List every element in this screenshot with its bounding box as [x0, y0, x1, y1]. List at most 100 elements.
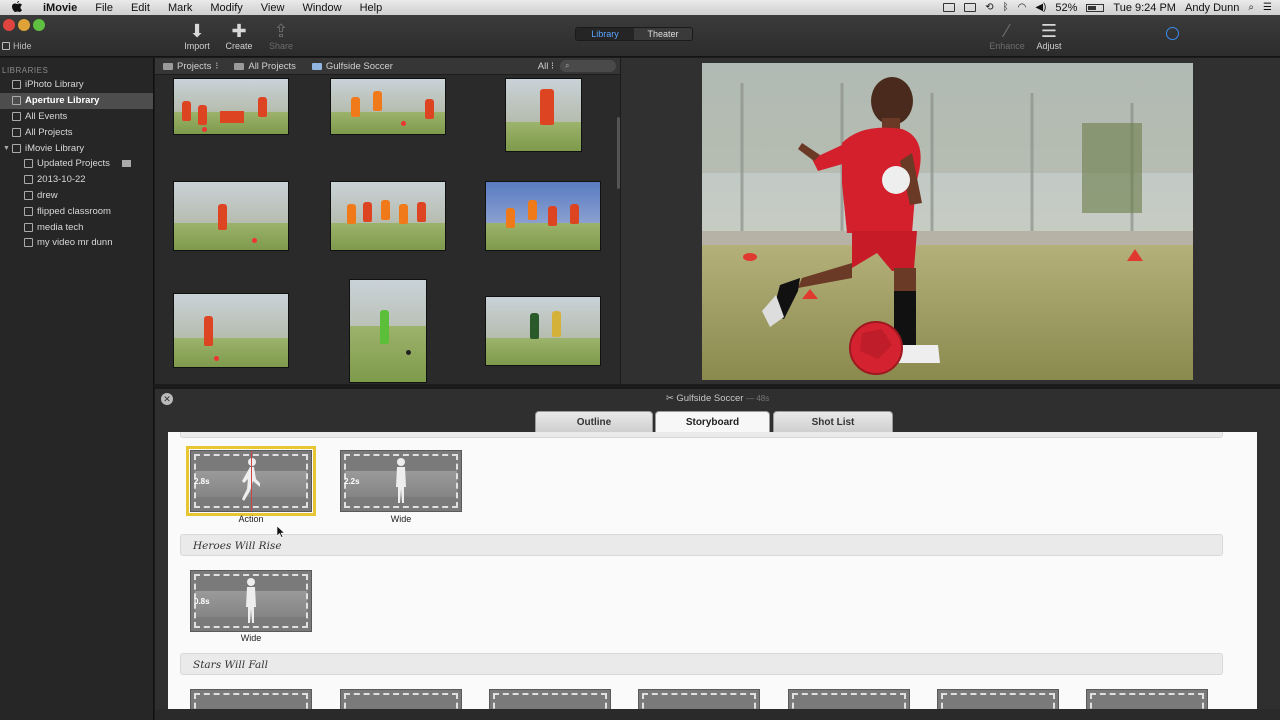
breadcrumb-all-projects[interactable]: All Projects: [226, 61, 304, 72]
media-browser: Projects ⁝ All Projects Gulfside Soccer …: [155, 58, 620, 384]
volume-icon[interactable]: ◀): [1035, 2, 1046, 13]
sidebar-item-2013-10-22[interactable]: 2013-10-22: [0, 172, 153, 188]
battery-icon[interactable]: [1086, 3, 1105, 12]
apple-menu-icon[interactable]: [0, 0, 34, 15]
shot-placeholder[interactable]: [340, 689, 462, 709]
board-scrollbar[interactable]: [1257, 432, 1280, 709]
folder-icon: [234, 62, 245, 70]
soccer-photo: [702, 63, 1193, 380]
project-title: ✂ Gulfside Soccer — 48s: [155, 393, 1280, 404]
sidebar-item-my-video-mr-dunn[interactable]: my video mr dunn: [0, 235, 153, 251]
close-window-button[interactable]: [3, 19, 15, 31]
adjust-button[interactable]: ☰ Adjust: [1029, 21, 1069, 51]
theater-tab[interactable]: Theater: [634, 28, 692, 40]
sidebar-item-all-events[interactable]: All Events: [0, 109, 153, 125]
menu-window[interactable]: Window: [293, 2, 350, 14]
crumb-label: Gulfside Soccer: [325, 60, 393, 72]
menu-edit[interactable]: Edit: [122, 2, 159, 14]
browser-scrollbar[interactable]: [617, 117, 620, 189]
crumb-label: Projects: [177, 60, 212, 72]
shot-duration: 2.2s: [344, 477, 360, 486]
shot-placeholder[interactable]: [1086, 689, 1208, 709]
hide-label: Hide: [13, 41, 32, 51]
zoom-window-button[interactable]: [33, 19, 45, 31]
create-button[interactable]: ✚ Create: [219, 21, 259, 51]
enhance-label: Enhance: [989, 41, 1025, 51]
menu-view[interactable]: View: [252, 2, 294, 14]
wifi-icon[interactable]: ◠: [1018, 2, 1027, 13]
photo-icon[interactable]: [964, 3, 977, 12]
filter-all-popup[interactable]: All ⁝: [538, 61, 560, 72]
star-icon: [24, 175, 33, 185]
import-button[interactable]: ⬇ Import: [177, 21, 217, 51]
tab-shot-list[interactable]: Shot List: [773, 411, 893, 432]
plus-icon: ✚: [231, 21, 247, 41]
film-icon: [12, 127, 21, 137]
board-margin-left: [155, 432, 168, 709]
clip-thumbnail[interactable]: [485, 181, 601, 251]
disclosure-triangle-icon[interactable]: ▼: [3, 145, 10, 152]
sidebar-item-media-tech[interactable]: media tech: [0, 219, 153, 235]
clip-thumbnail[interactable]: [330, 78, 446, 135]
shot-placeholder[interactable]: [190, 689, 312, 709]
shot-placeholder[interactable]: [489, 689, 611, 709]
sidebar-item-label: All Projects: [25, 126, 73, 138]
tab-storyboard[interactable]: Storyboard: [655, 411, 770, 432]
clip-thumbnail[interactable]: [505, 78, 582, 152]
spotlight-icon[interactable]: ⌕: [1248, 2, 1254, 13]
share-button[interactable]: ⇪ Share: [261, 21, 301, 51]
menu-file[interactable]: File: [86, 2, 122, 14]
sidebar-item-flipped-classroom[interactable]: flipped classroom: [0, 203, 153, 219]
sidebar-item-label: drew: [37, 189, 58, 201]
time-machine-icon[interactable]: ⟲: [985, 2, 993, 13]
clip-thumbnail[interactable]: [485, 296, 601, 366]
sidebar-item-updated-projects[interactable]: Updated Projects: [0, 156, 153, 172]
enhance-button[interactable]: ⁄ Enhance: [987, 21, 1027, 51]
tab-outline[interactable]: Outline: [535, 411, 653, 432]
sidebar-item-drew[interactable]: drew: [0, 188, 153, 204]
title-card-heroes-will-rise[interactable]: Heroes Will Rise: [180, 534, 1223, 556]
minimize-window-button[interactable]: [18, 19, 30, 31]
import-arrow-icon: ⬇: [189, 21, 205, 41]
sidebar-item-aperture-library[interactable]: Aperture Library: [0, 92, 153, 109]
shot-placeholder-wide[interactable]: 2.2s: [340, 450, 462, 512]
create-label: Create: [225, 41, 253, 51]
shot-placeholder-wide[interactable]: 0.8s: [190, 570, 312, 632]
sidebar-item-all-projects[interactable]: All Projects: [0, 124, 153, 140]
notification-center-icon[interactable]: ☰: [1263, 2, 1272, 13]
shot-label-wide: Wide: [390, 514, 412, 524]
title-card-stars-will-fall[interactable]: Stars Will Fall: [180, 653, 1223, 675]
user-name[interactable]: Andy Dunn: [1185, 2, 1239, 14]
hide-libraries-button[interactable]: Hide: [2, 41, 32, 51]
sidebar-item-label: Updated Projects: [37, 158, 110, 170]
menu-modify[interactable]: Modify: [201, 2, 251, 14]
sidebar-item-label: my video mr dunn: [37, 237, 113, 249]
clip-thumbnail[interactable]: [349, 279, 427, 383]
sliders-icon: ☰: [1040, 21, 1058, 41]
clip-thumbnail[interactable]: [330, 181, 446, 251]
clip-thumbnail[interactable]: [173, 293, 289, 368]
breadcrumb-gulfside-soccer[interactable]: Gulfside Soccer: [304, 61, 401, 72]
activity-indicator-icon: [1166, 27, 1179, 40]
menu-app-name[interactable]: iMovie: [34, 2, 86, 14]
clock[interactable]: Tue 9:24 PM: [1113, 2, 1176, 14]
shot-placeholder-action[interactable]: 2.8s: [186, 446, 316, 516]
breadcrumb-projects[interactable]: Projects ⁝: [155, 61, 226, 72]
camera-icon[interactable]: [943, 3, 956, 12]
menu-mark[interactable]: Mark: [159, 2, 201, 14]
sidebar-item-label: media tech: [37, 221, 84, 233]
shot-label-wide: Wide: [240, 633, 262, 643]
playhead: [251, 451, 252, 511]
clip-thumbnail[interactable]: [173, 181, 289, 251]
shot-placeholder[interactable]: [788, 689, 910, 709]
bluetooth-icon[interactable]: ᛒ: [1003, 2, 1009, 13]
clip-thumbnail[interactable]: [173, 78, 289, 135]
menu-help[interactable]: Help: [351, 2, 392, 14]
sidebar-item-iphoto-library[interactable]: iPhoto Library: [0, 77, 153, 93]
search-input[interactable]: ⌕: [560, 60, 616, 72]
shot-placeholder[interactable]: [937, 689, 1059, 709]
library-tab[interactable]: Library: [576, 28, 634, 40]
sidebar-item-imovie-library[interactable]: ▼ iMovie Library: [0, 140, 153, 156]
shot-placeholder[interactable]: [638, 689, 760, 709]
battery-percent[interactable]: 52%: [1055, 2, 1077, 14]
